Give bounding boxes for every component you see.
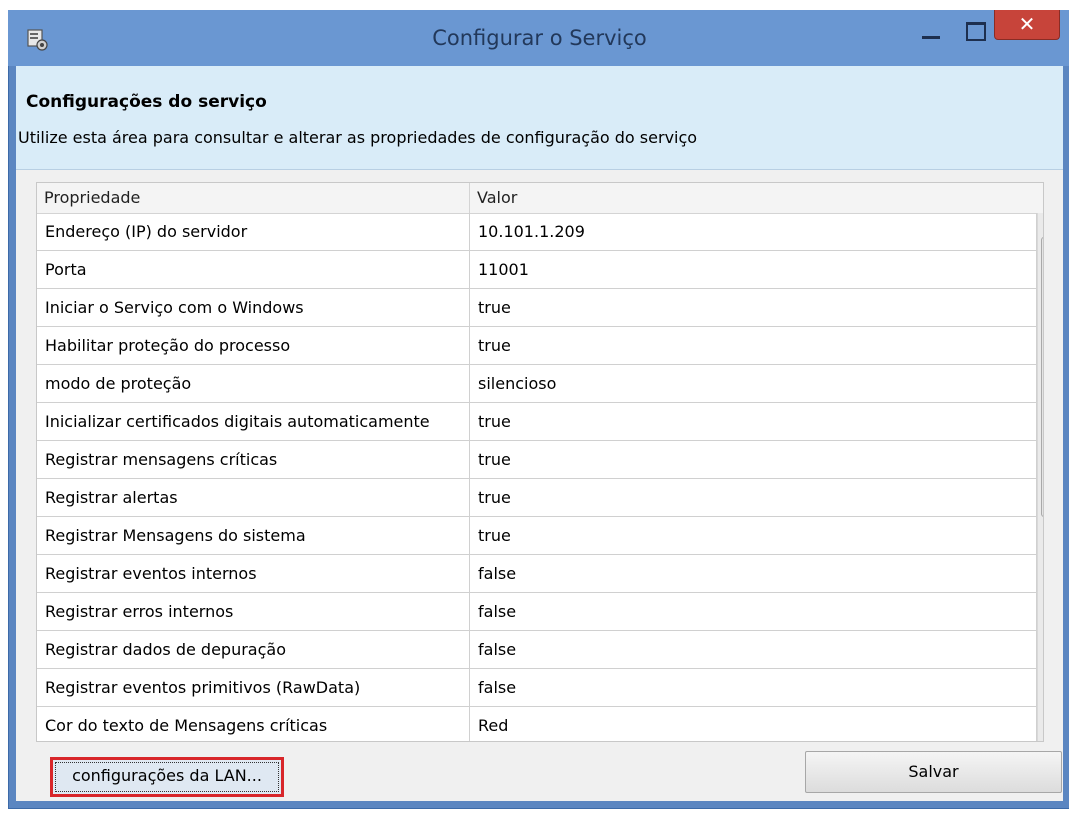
property-name-cell: Registrar alertas bbox=[37, 479, 470, 516]
page-title: Configurações do serviço bbox=[26, 92, 267, 112]
table-row[interactable]: Registrar dados de depuração false bbox=[37, 631, 1037, 669]
property-value-cell[interactable]: 10.101.1.209 bbox=[470, 213, 1037, 250]
page-description: Utilize esta área para consultar e alter… bbox=[18, 128, 698, 147]
close-button[interactable]: ✕ bbox=[994, 10, 1060, 40]
property-value-cell[interactable]: true bbox=[470, 441, 1037, 478]
save-label: Salvar bbox=[908, 762, 959, 781]
property-name-cell: Registrar eventos primitivos (RawData) bbox=[37, 669, 470, 706]
scroll-up-arrow-icon[interactable]: ▲ bbox=[1038, 213, 1043, 235]
table-row[interactable]: Registrar erros internos false bbox=[37, 593, 1037, 631]
table-row[interactable]: Registrar Mensagens do sistema true bbox=[37, 517, 1037, 555]
property-name-cell: Iniciar o Serviço com o Windows bbox=[37, 289, 470, 326]
window-content: Configurações do serviço Utilize esta ár… bbox=[16, 66, 1063, 801]
maximize-icon bbox=[966, 22, 986, 41]
property-value-cell[interactable]: true bbox=[470, 289, 1037, 326]
property-name-cell: modo de proteção bbox=[37, 365, 470, 402]
property-name-cell: Registrar eventos internos bbox=[37, 555, 470, 592]
column-header-property[interactable]: Propriedade bbox=[37, 183, 470, 213]
property-value-cell[interactable]: 11001 bbox=[470, 251, 1037, 288]
configure-service-window: Configurar o Serviço ✕ Configurações do … bbox=[8, 10, 1069, 809]
property-name-cell: Inicializar certificados digitais automa… bbox=[37, 403, 470, 440]
property-name-cell: Porta bbox=[37, 251, 470, 288]
scrollbar-thumb[interactable] bbox=[1041, 237, 1043, 517]
lan-settings-button[interactable]: configurações da LAN... bbox=[50, 757, 284, 797]
table-row[interactable]: Endereço (IP) do servidor 10.101.1.209 bbox=[37, 213, 1037, 251]
table-row[interactable]: Iniciar o Serviço com o Windows true bbox=[37, 289, 1037, 327]
table-row[interactable]: Registrar mensagens críticas true bbox=[37, 441, 1037, 479]
column-header-value[interactable]: Valor bbox=[470, 183, 1037, 213]
property-name-cell: Registrar erros internos bbox=[37, 593, 470, 630]
property-value-cell[interactable]: false bbox=[470, 555, 1037, 592]
settings-header: Configurações do serviço Utilize esta ár… bbox=[16, 66, 1063, 170]
property-name-cell: Habilitar proteção do processo bbox=[37, 327, 470, 364]
table-row[interactable]: Registrar alertas true bbox=[37, 479, 1037, 517]
table-row[interactable]: modo de proteção silencioso bbox=[37, 365, 1037, 403]
property-name-cell: Registrar mensagens críticas bbox=[37, 441, 470, 478]
title-bar[interactable]: Configurar o Serviço ✕ bbox=[8, 10, 1069, 66]
minimize-button[interactable] bbox=[908, 22, 952, 52]
property-value-cell[interactable]: true bbox=[470, 517, 1037, 554]
table-row[interactable]: Inicializar certificados digitais automa… bbox=[37, 403, 1037, 441]
scroll-down-arrow-icon[interactable]: ▼ bbox=[1038, 721, 1043, 741]
property-name-cell: Registrar dados de depuração bbox=[37, 631, 470, 668]
property-value-cell[interactable]: silencioso bbox=[470, 365, 1037, 402]
property-value-cell[interactable]: true bbox=[470, 403, 1037, 440]
grid-column-header: Propriedade Valor bbox=[37, 183, 1043, 214]
property-value-cell[interactable]: Red bbox=[470, 707, 1037, 741]
property-name-cell: Cor do texto de Mensagens críticas bbox=[37, 707, 470, 741]
property-name-cell: Endereço (IP) do servidor bbox=[37, 213, 470, 250]
close-icon: ✕ bbox=[1018, 12, 1036, 36]
property-value-cell[interactable]: false bbox=[470, 669, 1037, 706]
table-row[interactable]: Cor do texto de Mensagens críticas Red bbox=[37, 707, 1037, 741]
minimize-icon bbox=[922, 36, 940, 39]
properties-grid[interactable]: Propriedade Valor Endereço (IP) do servi… bbox=[36, 182, 1044, 742]
table-row[interactable]: Porta 11001 bbox=[37, 251, 1037, 289]
focus-rectangle bbox=[55, 762, 279, 792]
table-row[interactable]: Habilitar proteção do processo true bbox=[37, 327, 1037, 365]
property-value-cell[interactable]: true bbox=[470, 479, 1037, 516]
table-row[interactable]: Registrar eventos internos false bbox=[37, 555, 1037, 593]
vertical-scrollbar[interactable]: ▲ ▼ bbox=[1037, 213, 1043, 741]
property-name-cell: Registrar Mensagens do sistema bbox=[37, 517, 470, 554]
save-button[interactable]: Salvar bbox=[805, 751, 1062, 793]
property-value-cell[interactable]: true bbox=[470, 327, 1037, 364]
maximize-button[interactable] bbox=[954, 22, 998, 52]
property-value-cell[interactable]: false bbox=[470, 593, 1037, 630]
property-value-cell[interactable]: false bbox=[470, 631, 1037, 668]
table-row[interactable]: Registrar eventos primitivos (RawData) fa… bbox=[37, 669, 1037, 707]
